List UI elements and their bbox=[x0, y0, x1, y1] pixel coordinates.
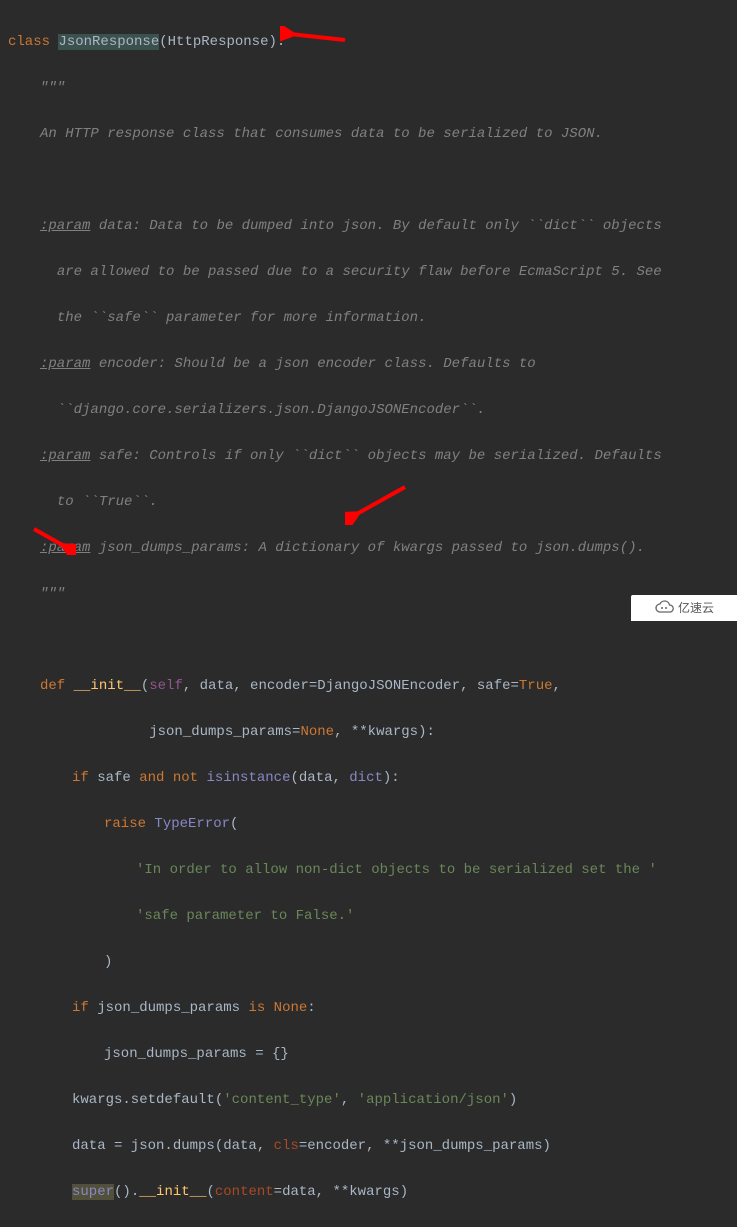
code-line: super().__init__(content=data, **kwargs) bbox=[8, 1181, 737, 1204]
code-line: def __init__(self, data, encoder=DjangoJ… bbox=[8, 675, 737, 698]
code-line: json_dumps_params=None, **kwargs): bbox=[8, 721, 737, 744]
code-line: to ``True``. bbox=[8, 491, 737, 514]
code-line: data = json.dumps(data, cls=encoder, **j… bbox=[8, 1135, 737, 1158]
code-line: An HTTP response class that consumes dat… bbox=[8, 123, 737, 146]
class-name-highlight: JsonResponse bbox=[58, 34, 159, 50]
code-line: """ bbox=[8, 77, 737, 100]
code-line: :param encoder: Should be a json encoder… bbox=[8, 353, 737, 376]
code-line: kwargs.setdefault('content_type', 'appli… bbox=[8, 1089, 737, 1112]
code-line: json_dumps_params = {} bbox=[8, 1043, 737, 1066]
watermark-text: 亿速云 bbox=[678, 597, 714, 620]
code-editor[interactable]: class JsonResponse(HttpResponse): """ An… bbox=[8, 8, 737, 1227]
watermark-badge: 亿速云 bbox=[631, 595, 737, 621]
code-line: :param json_dumps_params: A dictionary o… bbox=[8, 537, 737, 560]
code-line: class JsonResponse(HttpResponse): bbox=[8, 31, 737, 54]
code-line: raise TypeError( bbox=[8, 813, 737, 836]
code-line bbox=[8, 169, 737, 192]
code-line: :param safe: Controls if only ``dict`` o… bbox=[8, 445, 737, 468]
code-line bbox=[8, 629, 737, 652]
code-line: """ bbox=[8, 583, 737, 606]
code-line: :param data: Data to be dumped into json… bbox=[8, 215, 737, 238]
code-line: if safe and not isinstance(data, dict): bbox=[8, 767, 737, 790]
code-line: 'safe parameter to False.' bbox=[8, 905, 737, 928]
code-line: ``django.core.serializers.json.DjangoJSO… bbox=[8, 399, 737, 422]
cloud-icon bbox=[654, 600, 674, 616]
keyword-class: class bbox=[8, 34, 58, 50]
code-line: if json_dumps_params is None: bbox=[8, 997, 737, 1020]
code-line: 'In order to allow non-dict objects to b… bbox=[8, 859, 737, 882]
code-line: are allowed to be passed due to a securi… bbox=[8, 261, 737, 284]
code-line: the ``safe`` parameter for more informat… bbox=[8, 307, 737, 330]
code-line: ) bbox=[8, 951, 737, 974]
